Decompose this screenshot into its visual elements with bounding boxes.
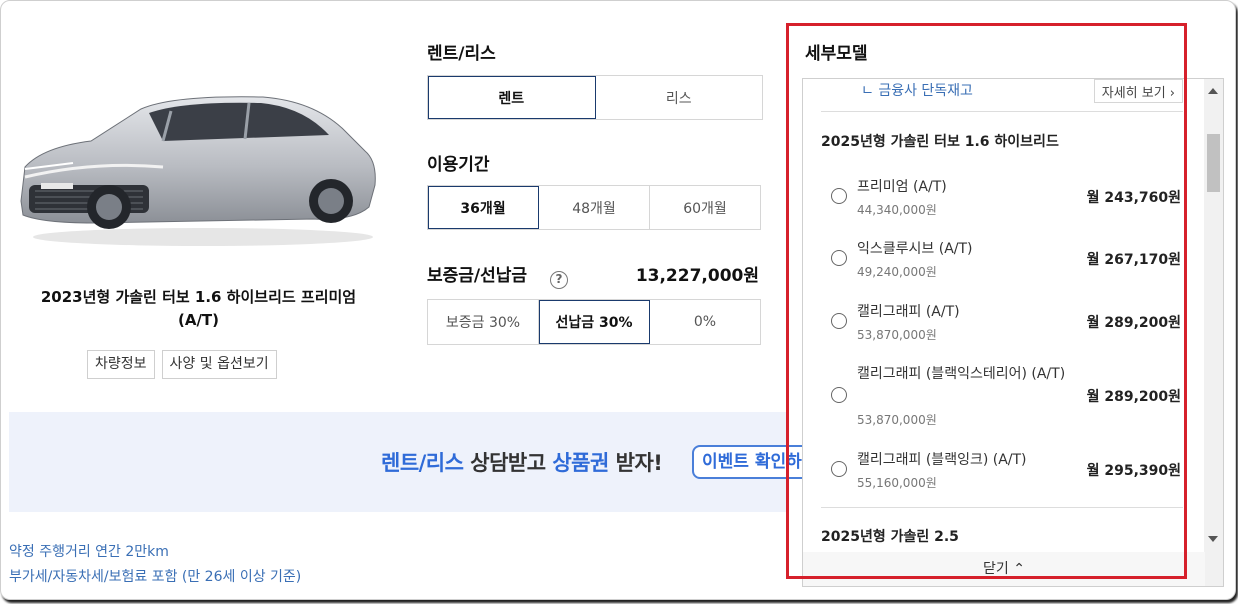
event-check-button[interactable]: 이벤트 확인하기 [692,445,812,479]
deposit-title: 보증금/선납금 [427,266,528,286]
rent-lease-toggle: 렌트 리스 [427,75,763,120]
period-selector: 36개월 48개월 60개월 [427,185,761,230]
item-name: 캘리그래피 (블랙익스테리어) (A/T) [857,366,1066,382]
radio-button[interactable] [831,313,847,329]
close-button[interactable]: 닫기 ⌃ [803,552,1205,586]
radio-button[interactable] [831,387,847,403]
car-action-buttons: 차량정보 사양 및 옵션보기 [87,350,277,379]
item-monthly: 월 295,390원 [1086,463,1181,479]
item-price: 55,160,000원 [857,476,937,490]
period-48-option[interactable]: 48개월 [539,186,650,229]
detail-view-button[interactable]: 자세히 보기 › [1093,79,1183,103]
submodel-title: 세부모델 [805,44,868,64]
submodel-list[interactable]: ㄴ 금융사 단독재고 자세히 보기 › 2025년형 가솔린 터보 1.6 하이… [802,78,1224,587]
item-monthly: 월 289,200원 [1086,389,1181,405]
deposit-30-option[interactable]: 보증금 30% [428,300,539,344]
item-monthly: 월 267,170원 [1086,252,1181,268]
vehicle-info-button[interactable]: 차량정보 [87,350,155,379]
radio-button[interactable] [831,250,847,266]
scroll-up-arrow-icon[interactable] [1208,88,1218,94]
item-name: 캘리그래피 (블랙잉크) (A/T) [857,452,1027,468]
period-60-option[interactable]: 60개월 [650,186,760,229]
banner-consult: 상담받고 [463,451,553,475]
tax-note: 부가세/자동차세/보험료 포함 (만 26세 이상 기준) [9,569,302,585]
deposit-amount: 13,227,000원 [635,266,759,286]
help-icon[interactable]: ? [550,271,568,289]
app-frame: 2023년형 가솔린 터보 1.6 하이브리드 프리미엄 (A/T) 차량정보 … [0,0,1236,600]
spec-options-button[interactable]: 사양 및 옵션보기 [161,350,277,379]
lease-option[interactable]: 리스 [595,76,762,119]
scroll-down-arrow-icon[interactable] [1208,536,1218,542]
deposit-selector: 보증금 30% 선납금 30% 0% [427,299,761,345]
radio-button[interactable] [831,461,847,477]
rent-lease-title: 렌트/리스 [427,44,496,64]
rent-option[interactable]: 렌트 [428,76,596,119]
radio-button[interactable] [831,188,847,204]
zero-percent-option[interactable]: 0% [650,300,760,344]
item-price: 53,870,000원 [857,413,937,427]
group-title-gasoline-25: 2025년형 가솔린 2.5 [821,529,959,545]
car-image [20,96,376,246]
scrollbar[interactable] [1204,79,1223,586]
finance-stock-row: ㄴ 금융사 단독재고 자세히 보기 › [821,79,1183,112]
item-monthly: 월 243,760원 [1086,190,1181,206]
mileage-note: 약정 주행거리 연간 2만km [9,544,169,560]
banner-rent-lease: 렌트/리스 [381,451,464,475]
group-title-hybrid: 2025년형 가솔린 터보 1.6 하이브리드 [821,134,1059,150]
item-name: 캘리그래피 (A/T) [857,304,960,320]
item-name: 프리미엄 (A/T) [857,179,947,195]
prepay-30-option[interactable]: 선납금 30% [539,300,650,344]
item-price: 49,240,000원 [857,265,937,279]
banner-receive: 받자! [608,451,663,475]
banner-text: 렌트/리스 상담받고 상품권 받자! [381,447,663,477]
item-price: 44,340,000원 [857,203,937,217]
item-monthly: 월 289,200원 [1086,315,1181,331]
item-price: 53,870,000원 [857,328,937,342]
car-model-title: 2023년형 가솔린 터보 1.6 하이브리드 프리미엄 (A/T) [40,288,357,329]
item-name: 익스클루시브 (A/T) [857,241,973,257]
banner-voucher: 상품권 [552,451,609,475]
period-title: 이용기간 [427,155,490,175]
group-divider [821,507,1183,508]
finance-exclusive-label: ㄴ 금융사 단독재고 [861,83,973,99]
period-36-option[interactable]: 36개월 [428,186,539,229]
scrollbar-thumb[interactable] [1207,134,1220,192]
